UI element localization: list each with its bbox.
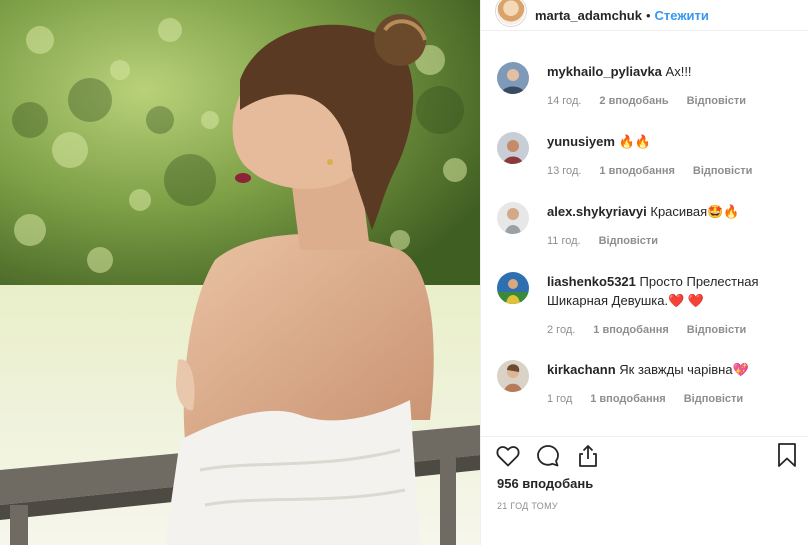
comment-content: 🔥🔥 [618,134,651,149]
comment-likes[interactable]: 1 вподобання [593,324,668,336]
commenter-avatar[interactable] [497,202,529,234]
comment-meta: 1 год 1 вподобання Відповісти [547,393,787,405]
post-details-panel: marta_adamchuk • Стежити mykhailo_pyliav… [480,0,808,545]
comment-text: yunusiyem 🔥🔥 [547,132,787,151]
comment-meta: 14 год. 2 вподобань Відповісти [547,95,787,107]
comment-text: kirkachann Як завжды чарівна💖 [547,360,787,379]
heart-icon[interactable] [495,443,521,469]
comment-time: 13 год. [547,165,582,177]
comment-time: 1 год [547,393,573,405]
likes-count[interactable]: 956 вподобань [497,476,593,491]
comment-time: 11 год. [547,235,581,247]
comment-reply-button[interactable]: Відповісти [599,235,658,247]
comment-meta: 11 год. Відповісти [547,235,787,247]
commenter-avatar[interactable] [497,132,529,164]
comment-username[interactable]: yunusiyem [547,134,615,149]
header-separator: • [645,7,651,23]
comment-text: mykhailo_pyliavka Ах!!! [547,62,787,81]
comment-content: Красивая🤩🔥 [650,204,740,219]
commenter-avatar[interactable] [497,360,529,392]
comment-likes[interactable]: 1 вподобання [599,165,674,177]
post-actions: 956 вподобань 21 ГОД ТОМУ [481,436,808,545]
comment-icon[interactable] [535,443,561,469]
comment-time: 2 год. [547,324,576,336]
comment-content: Як завжды чарівна💖 [619,362,749,377]
comment-reply-button[interactable]: Відповісти [687,324,746,336]
comment-username[interactable]: alex.shykyriavyi [547,204,647,219]
comment-meta: 2 год. 1 вподобання Відповісти [547,324,787,336]
follow-button[interactable]: Стежити [655,8,709,23]
comment-likes[interactable]: 2 вподобань [599,95,668,107]
comment-content: Ах!!! [665,64,692,79]
comment-text: liashenko5321 Просто Прелестная Шикарная… [547,272,787,310]
post-photo[interactable] [0,0,480,545]
comment-username[interactable]: mykhailo_pyliavka [547,64,662,79]
author-username[interactable]: marta_adamchuk [535,8,642,23]
share-icon[interactable] [575,443,601,469]
post-timestamp: 21 ГОД ТОМУ [497,501,558,511]
action-icons [495,440,601,472]
post-header: marta_adamchuk • Стежити [481,0,808,31]
comment-likes[interactable]: 1 вподобання [590,393,665,405]
comment-username[interactable]: kirkachann [547,362,616,377]
author-avatar-image [497,0,525,25]
comment-reply-button[interactable]: Відповісти [693,165,752,177]
comment-reply-button[interactable]: Відповісти [684,393,743,405]
comment-reply-button[interactable]: Відповісти [687,95,746,107]
comment-time: 14 год. [547,95,582,107]
photo-illustration [0,0,480,545]
bookmark-icon[interactable] [775,442,799,468]
comment-text: alex.shykyriavyi Красивая🤩🔥 [547,202,787,221]
commenter-avatar[interactable] [497,272,529,304]
comment-meta: 13 год. 1 вподобання Відповісти [547,165,787,177]
author-avatar[interactable] [495,0,527,27]
comment-username[interactable]: liashenko5321 [547,274,636,289]
commenter-avatar[interactable] [497,62,529,94]
comments-list[interactable]: mykhailo_pyliavka Ах!!! 14 год. 2 вподоб… [481,32,808,436]
